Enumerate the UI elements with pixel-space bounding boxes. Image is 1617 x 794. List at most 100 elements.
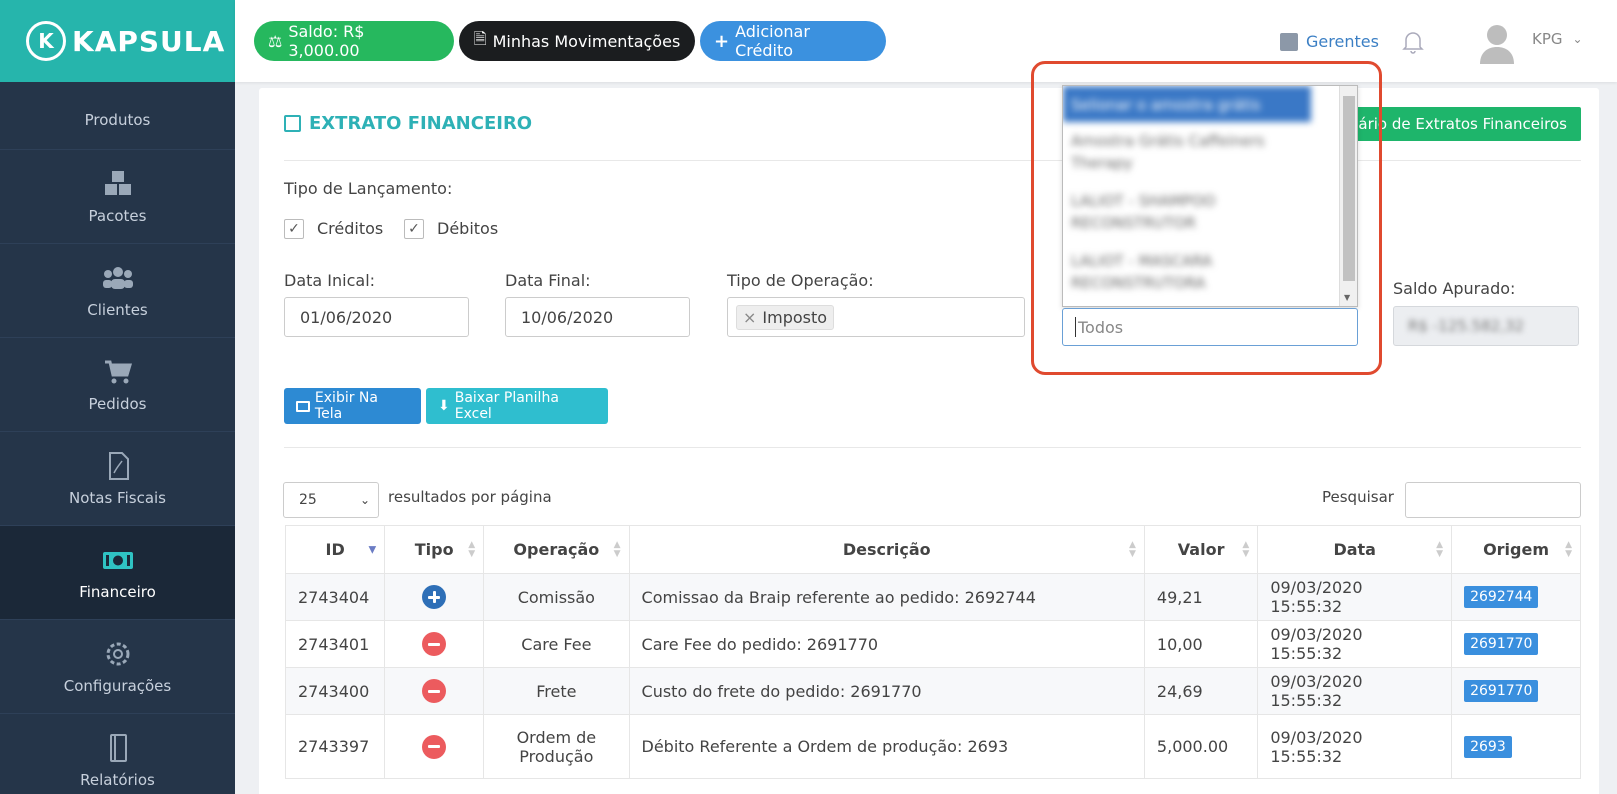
movimentacoes-button[interactable]: 🗎 Minhas Movimentações	[459, 21, 695, 61]
cell-id: 2743401	[284, 620, 386, 668]
gerentes-label: Gerentes	[1306, 32, 1379, 51]
sort-desc-icon: ▼	[368, 544, 377, 555]
creditos-checkbox[interactable]: ✓	[284, 219, 304, 239]
col-header-label: Descrição	[842, 540, 931, 559]
col-header-label: Valor	[1177, 540, 1225, 559]
sidebar-item-notas-fiscais[interactable]: Notas Fiscais	[0, 432, 235, 526]
data-final-input[interactable]: 10/06/2020	[505, 297, 690, 337]
page-title-text: EXTRATO FINANCEIRO	[309, 113, 533, 134]
sidebar-item-relatorios[interactable]: Relatórios	[0, 714, 235, 794]
table-row: 2743401 Care Fee Care Fee do pedido: 269…	[284, 620, 1581, 668]
list-icon	[284, 115, 301, 132]
sort-icon: ▲ ▼	[1436, 539, 1444, 559]
movimentacoes-label: Minhas Movimentações	[492, 31, 681, 51]
sidebar-item-financeiro[interactable]: Financeiro	[0, 526, 235, 620]
data-final-label: Data Final:	[505, 271, 591, 290]
cart-icon	[102, 357, 134, 387]
cell-valor: 24,69	[1143, 667, 1259, 715]
sidebar-item-label: Produtos	[84, 111, 151, 129]
debitos-label: Débitos	[437, 219, 499, 238]
cell-valor: 49,21	[1143, 573, 1259, 621]
data-inicial-input[interactable]: 01/06/2020	[284, 297, 469, 337]
plus-icon: +	[714, 30, 730, 52]
gear-icon	[102, 639, 134, 669]
cell-id: 2743397	[284, 714, 386, 779]
sidebar-item-pacotes[interactable]: Pacotes	[0, 150, 235, 244]
baixar-excel-button[interactable]: ⬇ Baixar Planilha Excel	[426, 388, 608, 424]
tipo-lancamento-label: Tipo de Lançamento:	[284, 179, 453, 198]
sidebar-item-label: Pacotes	[88, 206, 147, 225]
sort-icon: ▲ ▼	[1565, 539, 1572, 559]
sidebar-item-pedidos[interactable]: Pedidos	[0, 338, 235, 432]
sidebar-item-label: Pedidos	[88, 394, 147, 413]
tipo-operacao-tag: × Imposto	[736, 304, 835, 330]
cell-descricao: Custo do frete do pedido: 2691770	[628, 667, 1145, 715]
col-header-label: Tipo	[414, 540, 454, 559]
users-icon	[102, 263, 134, 293]
cell-data: 09/03/2020 15:55:32	[1257, 573, 1453, 621]
col-operacao[interactable]: Operação ▲ ▼	[483, 525, 630, 574]
page-size-value: 25	[299, 492, 317, 508]
origem-badge[interactable]: 2692744	[1464, 586, 1539, 608]
cell-operacao: Ordem de Produção	[483, 714, 630, 779]
gerentes-link[interactable]: Gerentes	[1280, 32, 1379, 51]
per-page-label: resultados por página	[388, 488, 552, 506]
divider	[284, 447, 1581, 448]
search-label: Pesquisar	[1322, 488, 1394, 506]
tag-label: Imposto	[762, 307, 828, 327]
cell-tipo	[384, 573, 485, 621]
page-title: EXTRATO FINANCEIRO	[284, 113, 532, 134]
cell-descricao: Débito Referente a Ordem de produção: 26…	[628, 714, 1145, 779]
cell-origem: 2691770	[1451, 667, 1581, 715]
document-icon: 🗎	[473, 28, 487, 48]
sidebar: K KAPSULA Produtos Pacotes Clientes Pedi…	[0, 0, 235, 794]
col-tipo[interactable]: Tipo ▲ ▼	[384, 525, 485, 574]
col-header-label: Origem	[1483, 540, 1550, 559]
exibir-na-tela-button[interactable]: Exibir Na Tela	[284, 388, 421, 424]
avatar[interactable]	[1478, 22, 1516, 64]
plus-circle-icon	[422, 585, 447, 609]
col-origem[interactable]: Origem ▲ ▼	[1451, 525, 1581, 574]
adicionar-credito-button[interactable]: + Adicionar Crédito	[700, 21, 886, 61]
sort-icon: ▲ ▼	[1129, 539, 1136, 559]
monitor-icon	[296, 400, 310, 412]
minus-circle-icon	[422, 679, 447, 703]
kapsula-logo-icon: K	[26, 21, 66, 61]
col-id[interactable]: ID ▼	[284, 525, 386, 574]
origem-badge[interactable]: 2693	[1464, 735, 1512, 758]
pdf-file-icon	[102, 451, 134, 481]
saldo-button[interactable]: ⚖ Saldo: R$ 3,000.00	[254, 21, 454, 61]
download-icon: ⬇	[438, 398, 450, 414]
col-data[interactable]: Data ▲ ▼	[1257, 525, 1453, 574]
page-size-select[interactable]: 25 ⌄	[283, 482, 379, 518]
cell-operacao: Frete	[483, 667, 630, 715]
bell-icon[interactable]	[1402, 30, 1424, 58]
sidebar-item-label: Financeiro	[79, 582, 156, 601]
cell-descricao: Comissao da Braip referente ao pedido: 2…	[628, 573, 1145, 621]
search-input[interactable]	[1405, 482, 1581, 518]
cell-operacao: Comissão	[483, 573, 630, 621]
sidebar-item-clientes[interactable]: Clientes	[0, 244, 235, 338]
id-card-icon	[1280, 32, 1298, 51]
data-final-value: 10/06/2020	[521, 307, 614, 327]
brand-logo[interactable]: K KAPSULA	[0, 0, 235, 82]
col-descricao[interactable]: Descrição ▲ ▼	[628, 525, 1145, 574]
sort-icon: ▲ ▼	[613, 539, 621, 559]
sidebar-item-produtos[interactable]: Produtos	[0, 82, 235, 150]
col-valor[interactable]: Valor ▲ ▼	[1143, 525, 1259, 574]
cell-origem: 2692744	[1451, 573, 1581, 621]
brand-name: KAPSULA	[72, 24, 226, 58]
creditos-label: Créditos	[317, 219, 384, 238]
origem-badge[interactable]: 2691770	[1464, 680, 1539, 702]
user-menu[interactable]: KPG ⌄	[1532, 30, 1583, 48]
cell-data: 09/03/2020 15:55:32	[1257, 620, 1453, 668]
cell-id: 2743400	[284, 667, 386, 715]
saldo-apurado-value: R$ -125.582,32	[1408, 317, 1525, 335]
cell-operacao: Care Fee	[483, 620, 630, 668]
origem-badge[interactable]: 2691770	[1464, 633, 1539, 655]
remove-tag-icon[interactable]: ×	[743, 308, 756, 327]
sidebar-item-configuracoes[interactable]: Configurações	[0, 620, 235, 714]
extrato-table: ID ▼ Tipo ▲ ▼ Operação ▲ ▼ Descrição ▲ ▼ Valor ▲…	[284, 525, 1581, 779]
tipo-operacao-select[interactable]: × Imposto	[727, 297, 1025, 337]
debitos-checkbox[interactable]: ✓	[404, 219, 424, 239]
